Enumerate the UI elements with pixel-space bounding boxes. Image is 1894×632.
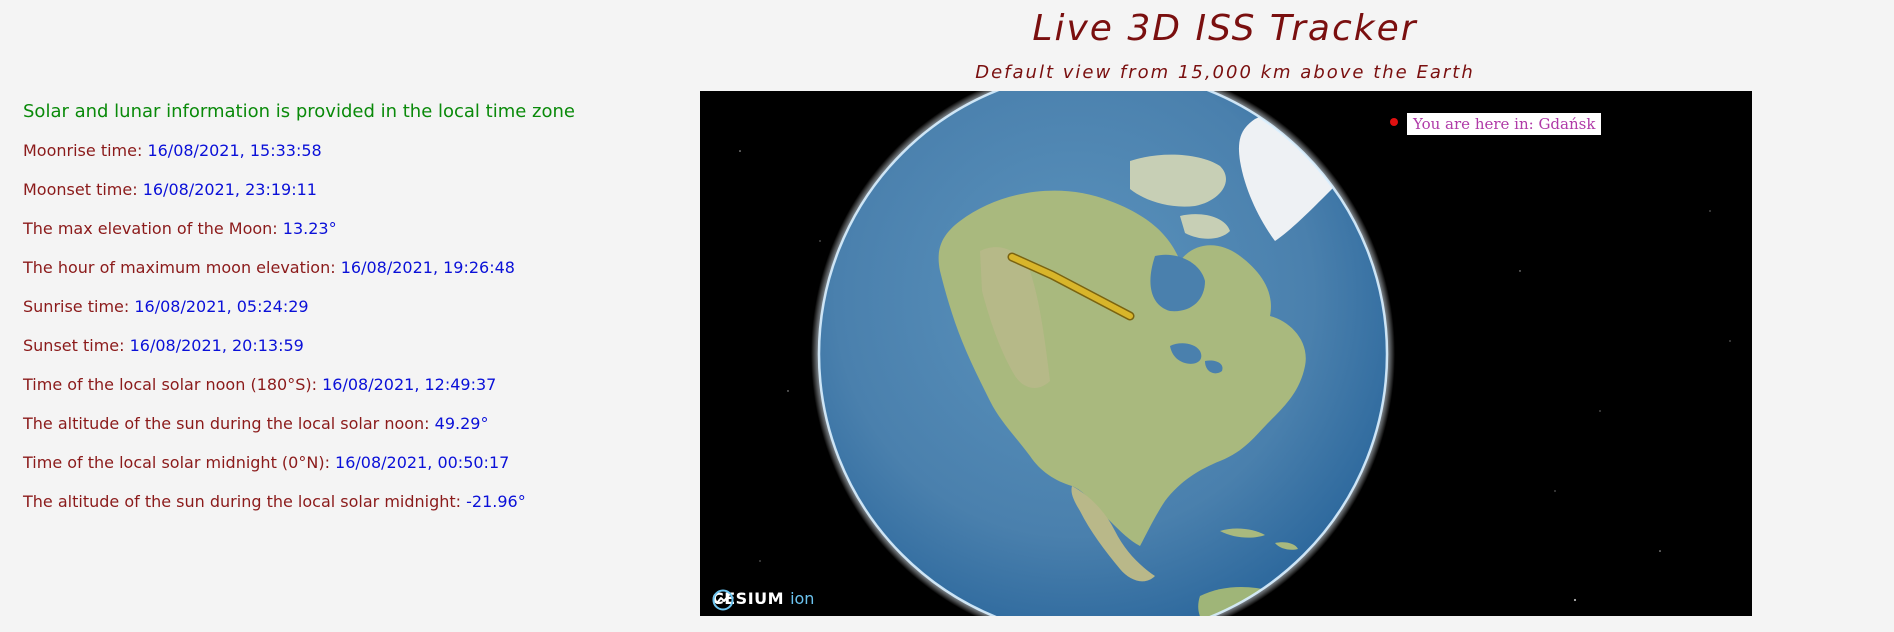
cesium-ion-icon [712,589,734,611]
info-row-moonrise: Moonrise time: 16/08/2021, 15:33:58 [23,141,683,180]
info-row-sunrise: Sunrise time: 16/08/2021, 05:24:29 [23,297,683,336]
info-label: Sunset time: [23,336,130,355]
cesium-logo[interactable]: CESIUM ion [712,589,815,611]
info-value: 16/08/2021, 12:49:37 [322,375,497,394]
globe-canvas[interactable] [700,91,1752,616]
info-label: Sunrise time: [23,297,135,316]
page-title: Live 3D ISS Tracker [1032,8,1418,49]
info-label: Moonset time: [23,180,143,199]
page-subtitle: Default view from 15,000 km above the Ea… [975,62,1475,83]
info-row-sunset: Sunset time: 16/08/2021, 20:13:59 [23,336,683,375]
info-row-moon-max-elevation: The max elevation of the Moon: 13.23° [23,219,683,258]
info-row-solar-midnight: Time of the local solar midnight (0°N): … [23,453,683,492]
page: Live 3D ISS Tracker Default view from 15… [0,0,1894,632]
location-marker[interactable] [1390,118,1398,126]
info-heading: Solar and lunar information is provided … [23,101,575,122]
info-value: 16/08/2021, 00:50:17 [335,453,510,472]
info-row-solar-noon: Time of the local solar noon (180°S): 16… [23,375,683,414]
info-value: 49.29° [434,414,489,433]
info-label: Time of the local solar midnight (0°N): [23,453,336,472]
info-value: 16/08/2021, 20:13:59 [129,336,304,355]
info-label: The hour of maximum moon elevation: [23,258,341,277]
info-row-moon-max-elevation-hour: The hour of maximum moon elevation: 16/0… [23,258,683,297]
info-row-solar-midnight-altitude: The altitude of the sun during the local… [23,492,683,531]
info-label: The altitude of the sun during the local… [23,414,435,433]
info-value: 13.23° [282,219,337,238]
info-row-solar-noon-altitude: The altitude of the sun during the local… [23,414,683,453]
cesium-logo-suffix: ion [790,589,815,608]
info-value: 16/08/2021, 19:26:48 [340,258,515,277]
info-value: 16/08/2021, 23:19:11 [142,180,317,199]
location-label: You are here in: Gdańsk [1407,113,1602,135]
info-value: 16/08/2021, 05:24:29 [134,297,309,316]
info-label: The max elevation of the Moon: [23,219,283,238]
info-label: Moonrise time: [23,141,148,160]
earth-globe[interactable] [819,91,1387,616]
sun-moon-info-panel: Solar and lunar information is provided … [23,100,683,531]
info-value: 16/08/2021, 15:33:58 [147,141,322,160]
info-label: The altitude of the sun during the local… [23,492,467,511]
info-row-moonset: Moonset time: 16/08/2021, 23:19:11 [23,180,683,219]
globe-viewer[interactable]: You are here in: Gdańsk CESIUM ion [700,91,1752,616]
info-value: -21.96° [466,492,526,511]
info-label: Time of the local solar noon (180°S): [23,375,323,394]
